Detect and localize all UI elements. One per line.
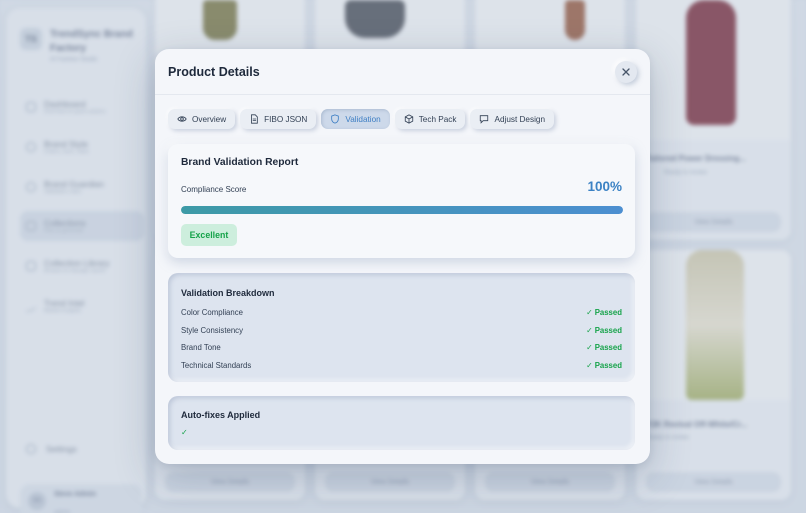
tab-overview[interactable]: Overview xyxy=(168,109,236,129)
status-badge: ✓ Passed xyxy=(586,343,622,352)
box-icon xyxy=(404,114,413,124)
auto-fixes-panel: Auto-fixes Applied ✓ xyxy=(168,396,635,450)
modal-title: Product Details xyxy=(168,64,260,79)
compliance-progress-bar xyxy=(181,206,623,214)
compliance-score-label: Compliance Score xyxy=(181,185,247,194)
breakdown-label: Technical Standards xyxy=(181,360,252,370)
tab-fibo-json[interactable]: FIBO JSON xyxy=(240,109,317,129)
check-icon: ✓ xyxy=(586,325,593,335)
progress-fill xyxy=(181,206,623,214)
shield-icon xyxy=(331,114,340,124)
check-icon: ✓ xyxy=(586,342,593,352)
breakdown-row: Brand Tone ✓ Passed xyxy=(181,341,622,353)
document-icon xyxy=(251,114,258,124)
breakdown-row: Style Consistency ✓ Passed xyxy=(181,324,622,336)
product-details-modal: Product Details Overview FIBO JSON Valid… xyxy=(155,49,650,464)
validation-report-card: Brand Validation Report Compliance Score… xyxy=(168,144,635,258)
check-icon: ✓ xyxy=(181,428,188,437)
status-text: Passed xyxy=(594,325,622,335)
tab-bar: Overview FIBO JSON Validation Tech Pack xyxy=(168,109,555,129)
breakdown-label: Color Compliance xyxy=(181,307,243,317)
tab-label: Overview xyxy=(192,114,227,124)
rating-badge: Excellent xyxy=(181,224,237,246)
close-icon xyxy=(622,67,630,76)
tab-label: Tech Pack xyxy=(418,114,457,124)
tab-label: FIBO JSON xyxy=(264,114,308,124)
breakdown-label: Brand Tone xyxy=(181,342,221,352)
status-badge: ✓ Passed xyxy=(586,308,622,317)
breakdown-row: Technical Standards ✓ Passed xyxy=(181,359,622,371)
status-badge: ✓ Passed xyxy=(586,326,622,335)
breakdown-row: Color Compliance ✓ Passed xyxy=(181,306,622,318)
status-text: Passed xyxy=(594,360,622,370)
tab-tech-pack[interactable]: Tech Pack xyxy=(394,109,466,129)
tab-adjust-design[interactable]: Adjust Design xyxy=(470,109,555,129)
eye-icon xyxy=(177,116,187,122)
tab-label: Adjust Design xyxy=(494,114,546,124)
message-icon xyxy=(480,115,489,124)
tab-label: Validation xyxy=(345,114,381,124)
status-text: Passed xyxy=(594,307,622,317)
breakdown-title: Validation Breakdown xyxy=(181,288,275,298)
autofix-title: Auto-fixes Applied xyxy=(181,410,261,420)
breakdown-label: Style Consistency xyxy=(181,325,243,335)
validation-breakdown: Validation Breakdown Color Compliance ✓ P… xyxy=(168,273,635,382)
status-text: Passed xyxy=(594,342,622,352)
tab-validation[interactable]: Validation xyxy=(321,109,390,129)
check-icon: ✓ xyxy=(586,307,593,317)
check-icon: ✓ xyxy=(586,360,593,370)
compliance-score-value: 100% xyxy=(587,179,622,194)
modal-header: Product Details xyxy=(155,49,650,95)
report-title: Brand Validation Report xyxy=(181,157,299,168)
status-badge: ✓ Passed xyxy=(586,361,622,370)
close-button[interactable] xyxy=(615,60,637,83)
